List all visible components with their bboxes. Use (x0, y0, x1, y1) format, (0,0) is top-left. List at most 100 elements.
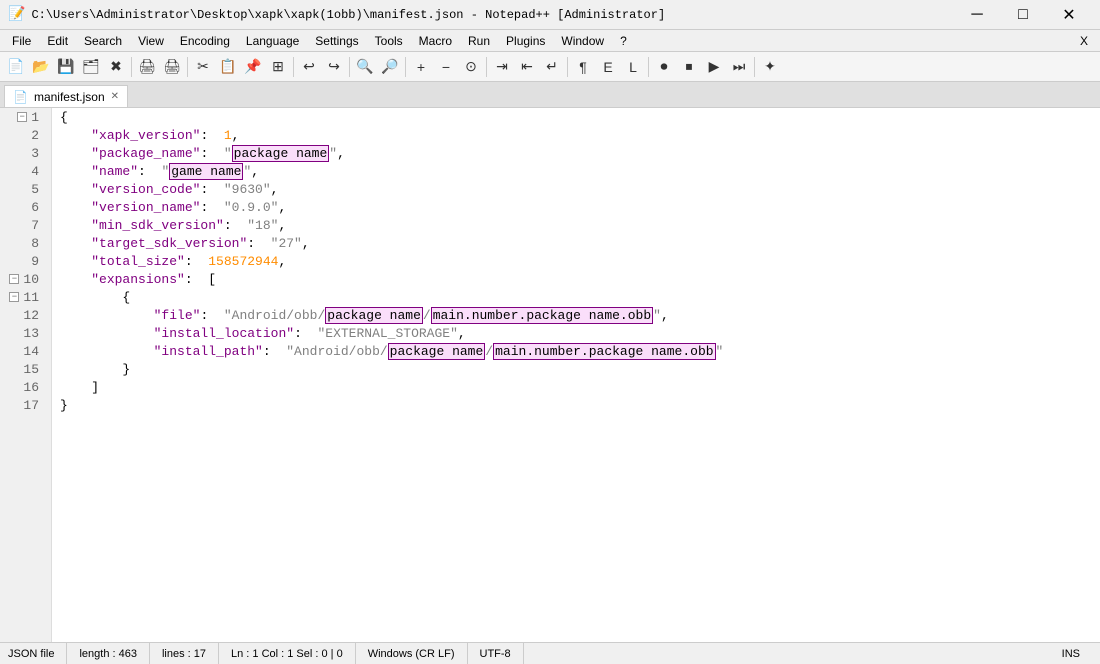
wrap-button[interactable]: ↵ (540, 55, 564, 79)
editor: − 1 2 3 4 5 6 7 8 9 − 10 − 11 12 13 14 1… (0, 108, 1100, 642)
toolbar-sep-5 (405, 57, 406, 77)
close-button2[interactable]: ✖ (104, 55, 128, 79)
line-num-text-15: 15 (23, 362, 39, 377)
menu-window[interactable]: Window (553, 30, 612, 51)
save-button[interactable]: 💾 (54, 55, 78, 79)
macro-run-button[interactable]: ⏭ (727, 55, 751, 79)
save-all-button[interactable]: 🗂 (79, 55, 103, 79)
tab-bar: 📄 manifest.json ✕ (0, 82, 1100, 108)
line-ending-label: Windows (CR LF) (368, 648, 455, 660)
fold-icon-1[interactable]: − (17, 112, 27, 122)
zoom-out-button[interactable]: − (434, 55, 458, 79)
print-now-button[interactable]: 🖨 (160, 55, 184, 79)
line-num-text-2: 2 (31, 128, 39, 143)
macro-stop-button[interactable]: ⏹ (677, 55, 701, 79)
macro-rec-button[interactable]: ⏺ (652, 55, 676, 79)
code-line-1: { (52, 108, 1100, 126)
code-line-3: "package_name": "package name", (52, 144, 1100, 162)
line-num-text-12: 12 (23, 308, 39, 323)
outdent-button[interactable]: ⇤ (515, 55, 539, 79)
menu-language[interactable]: Language (238, 30, 307, 51)
cut-button[interactable]: ✂ (191, 55, 215, 79)
undo-button[interactable]: ↩ (297, 55, 321, 79)
find-replace-button[interactable]: 🔎 (378, 55, 402, 79)
code-content[interactable]: { "xapk_version": 1, "package_name": "pa… (52, 108, 1100, 642)
menu-settings[interactable]: Settings (307, 30, 366, 51)
select-all-button[interactable]: ⊞ (266, 55, 290, 79)
line-num-text-6: 6 (31, 200, 39, 215)
paste-button[interactable]: 📌 (241, 55, 265, 79)
code-line-4: "name": "game name", (52, 162, 1100, 180)
maximize-button[interactable]: □ (1000, 0, 1046, 30)
line-num-text-4: 4 (31, 164, 39, 179)
menu-edit[interactable]: Edit (39, 30, 76, 51)
zoom-restore-button[interactable]: ⊙ (459, 55, 483, 79)
code-line-9: "total_size": 158572944, (52, 252, 1100, 270)
toolbar-sep-1 (131, 57, 132, 77)
menu-bar: File Edit Search View Encoding Language … (0, 30, 1100, 52)
menu-macro[interactable]: Macro (411, 30, 460, 51)
find-button[interactable]: 🔍 (353, 55, 377, 79)
line-number-9: 9 (0, 252, 51, 270)
length-label: length : 463 (79, 648, 137, 660)
code-line-5: "version_code": "9630", (52, 180, 1100, 198)
code-line-17: } (52, 396, 1100, 414)
line-number-15: 15 (0, 360, 51, 378)
lang-button[interactable]: L (621, 55, 645, 79)
tab-close-button[interactable]: ✕ (111, 91, 119, 102)
code-line-15: } (52, 360, 1100, 378)
line-num-text-1: 1 (31, 110, 39, 125)
menu-tools[interactable]: Tools (367, 30, 411, 51)
redo-button[interactable]: ↪ (322, 55, 346, 79)
line-number-3: 3 (0, 144, 51, 162)
indent-button[interactable]: ⇥ (490, 55, 514, 79)
line-number-11: − 11 (0, 288, 51, 306)
menu-x-button[interactable]: X (1080, 34, 1096, 48)
menu-view[interactable]: View (130, 30, 172, 51)
code-line-7: "min_sdk_version": "18", (52, 216, 1100, 234)
fold-icon-10[interactable]: − (9, 274, 19, 284)
line-number-7: 7 (0, 216, 51, 234)
eol-button[interactable]: ¶ (571, 55, 595, 79)
fold-icon-11[interactable]: − (9, 292, 19, 302)
menu-run[interactable]: Run (460, 30, 498, 51)
new-button[interactable]: 📄 (4, 55, 28, 79)
file-type-icon: 📄 (13, 90, 28, 104)
menu-encoding[interactable]: Encoding (172, 30, 238, 51)
snippet-button[interactable]: ✦ (758, 55, 782, 79)
menu-search[interactable]: Search (76, 30, 130, 51)
menu-file[interactable]: File (4, 30, 39, 51)
toolbar-sep-9 (754, 57, 755, 77)
status-file-type: JSON file (8, 643, 67, 664)
print-button[interactable]: 🖨 (135, 55, 159, 79)
minimize-button[interactable]: ─ (954, 0, 1000, 30)
code-line-16: ] (52, 378, 1100, 396)
macro-play-button[interactable]: ▶ (702, 55, 726, 79)
mode-label: INS (1062, 648, 1080, 660)
line-num-text-8: 8 (31, 236, 39, 251)
line-number-1: − 1 (0, 108, 51, 126)
tab-manifest-json[interactable]: 📄 manifest.json ✕ (4, 85, 128, 107)
menu-plugins[interactable]: Plugins (498, 30, 553, 51)
code-line-2: "xapk_version": 1, (52, 126, 1100, 144)
zoom-in-button[interactable]: + (409, 55, 433, 79)
copy-button[interactable]: 📋 (216, 55, 240, 79)
code-line-14: "install_path": "Android/obb/package nam… (52, 342, 1100, 360)
line-number-13: 13 (0, 324, 51, 342)
line-number-2: 2 (0, 126, 51, 144)
close-button[interactable]: ✕ (1046, 0, 1092, 30)
line-num-text-14: 14 (23, 344, 39, 359)
line-number-17: 17 (0, 396, 51, 414)
menu-help[interactable]: ? (612, 30, 635, 51)
line-num-text-13: 13 (23, 326, 39, 341)
status-bar: JSON file length : 463 lines : 17 Ln : 1… (0, 642, 1100, 664)
encoding-btn[interactable]: E (596, 55, 620, 79)
line-num-text-11: 11 (23, 290, 39, 305)
open-button[interactable]: 📂 (29, 55, 53, 79)
title-bar: 📝 C:\Users\Administrator\Desktop\xapk\xa… (0, 0, 1100, 30)
window-controls: ─ □ ✕ (954, 0, 1092, 30)
code-line-10: "expansions": [ (52, 270, 1100, 288)
line-num-text-7: 7 (31, 218, 39, 233)
line-number-14: 14 (0, 342, 51, 360)
status-position: Ln : 1 Col : 1 Sel : 0 | 0 (219, 643, 356, 664)
